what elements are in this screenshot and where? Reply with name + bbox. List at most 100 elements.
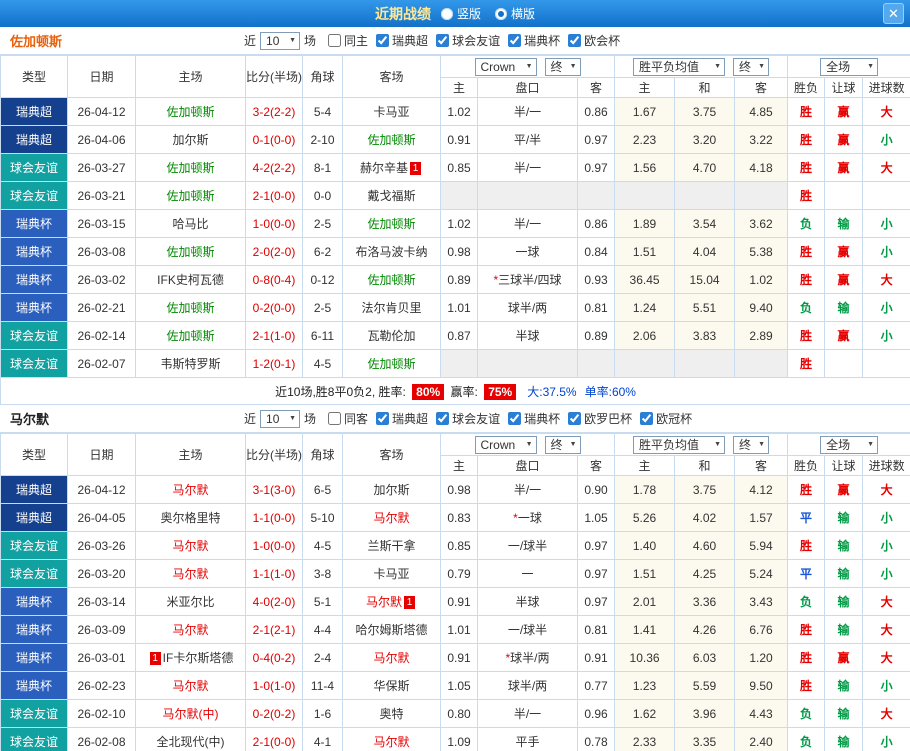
checkbox-input[interactable] [376, 34, 390, 47]
chevron-down-icon: ▼ [867, 441, 875, 448]
filter-checkbox-球会友谊[interactable]: 球会友谊 [428, 410, 500, 427]
corner-score: 4-5 [302, 531, 343, 560]
handicap-final-select[interactable]: 终 ▼ [544, 57, 581, 76]
table-row: 球会友谊 26-02-08 全北现代(中) 2-1(0-0) 4-1 马尔默 1.09 平手 0… [0, 727, 910, 751]
section-header-bar: 马尔默 近 10 ▼ 场 同客 瑞典超 球会友谊 瑞典杯 欧罗巴杯 欧冠杯 [0, 405, 910, 433]
filter-checkbox-欧会杯[interactable]: 欧会杯 [560, 32, 620, 49]
column-header: 主场 [135, 55, 246, 98]
select-value: 终 [739, 60, 752, 74]
handicap-odds-home: 1.05 [440, 671, 478, 700]
filter-checkbox-瑞典超[interactable]: 瑞典超 [368, 32, 428, 49]
avg-odds-select[interactable]: 胜平负均值 ▼ [633, 57, 726, 76]
checkbox-input[interactable] [508, 34, 522, 47]
corner-score: 5-10 [302, 503, 343, 532]
match-score: 1-0(0-0) [245, 209, 303, 238]
title-bar: 近期战绩 竖版 横版 ✕ [0, 0, 910, 27]
team-text: 佐加顿斯 [367, 217, 416, 231]
handicap-line: 半球 [477, 321, 578, 350]
filter-checkbox-瑞典杯[interactable]: 瑞典杯 [500, 32, 560, 49]
checkbox-input[interactable] [568, 34, 582, 47]
match-result: 负 [787, 293, 826, 322]
checkbox-input[interactable] [436, 412, 450, 425]
euro-odds-win: 1.62 [614, 699, 676, 728]
handicap-odds-away: 0.86 [576, 209, 616, 238]
handicap-final-select[interactable]: 终 ▼ [544, 435, 581, 454]
euro-odds-draw: 6.03 [674, 643, 736, 672]
checkbox-input[interactable] [436, 34, 450, 47]
sub-column-header: 客 [576, 455, 616, 476]
checkbox-input[interactable] [568, 412, 582, 425]
handicap-odds-away [576, 181, 616, 210]
away-team-cell: 布洛马波卡纳 [342, 237, 441, 266]
euro-final-select[interactable]: 终 ▼ [733, 57, 770, 76]
goals-result: 小 [862, 727, 910, 751]
handicap-line: *一球 [477, 503, 578, 532]
euro-odds-draw: 4.70 [674, 153, 736, 182]
team-text: 加尔斯 [373, 483, 410, 497]
filter-checkbox-欧罗巴杯[interactable]: 欧罗巴杯 [560, 410, 632, 427]
filter-checkbox-同客[interactable]: 同客 [320, 410, 368, 427]
checkbox-input[interactable] [376, 412, 390, 425]
header-row-groups: 类型 日期 主场 比分(半场) 角球 客场 Crown ▼ 终 ▼ 胜平负均值 ▼ 终 ▼ 全场 ▼ [0, 55, 910, 98]
team-text: 全北现代(中) [156, 735, 225, 749]
handicap-line: 半/一 [477, 209, 578, 238]
euro-odds-win: 5.26 [614, 503, 676, 532]
filter-checkbox-瑞典超[interactable]: 瑞典超 [368, 410, 428, 427]
handicap-result: 输 [824, 699, 864, 728]
bookmaker-select[interactable]: Crown ▼ [474, 435, 537, 454]
layout-radio-option[interactable]: 横版 [495, 5, 535, 22]
table-row: 瑞典超 26-04-06 加尔斯 0-1(0-0) 2-10 佐加顿斯 0.91 平/半 0.9… [0, 125, 910, 154]
home-team-cell: 佐加顿斯 [135, 181, 246, 210]
team-text: 马尔默 [172, 623, 209, 637]
euro-final-select[interactable]: 终 ▼ [733, 435, 770, 454]
column-header: 客场 [342, 433, 441, 476]
handicap-odds-home: 1.01 [440, 615, 478, 644]
results-table: 类型 日期 主场 比分(半场) 角球 客场 Crown ▼ 终 ▼ 胜平负均值 ▼ 终 ▼ 全场 ▼ 主盘口客主… [0, 433, 910, 751]
match-type-badge: 瑞典杯 [0, 265, 68, 294]
sub-column-header: 主 [440, 77, 478, 98]
away-team-cell: 卡马亚 [342, 559, 441, 588]
goals-result: 小 [862, 321, 910, 350]
away-team-cell: 瓦勒伦加 [342, 321, 441, 350]
team-name: 佐加顿斯 [10, 34, 63, 49]
checkbox-input[interactable] [328, 412, 342, 425]
bookmaker-select[interactable]: Crown ▼ [474, 57, 537, 76]
layout-radio-option[interactable]: 竖版 [440, 5, 481, 22]
match-result: 胜 [787, 237, 826, 266]
handicap-odds-away: 0.77 [576, 671, 616, 700]
checkbox-label: 欧罗巴杯 [584, 412, 633, 426]
handicap-odds-away: 1.05 [576, 503, 616, 532]
match-count-select[interactable]: 10 ▼ [260, 31, 301, 50]
close-button[interactable]: ✕ [883, 3, 904, 24]
checkbox-input[interactable] [508, 412, 522, 425]
match-score: 0-4(0-2) [245, 643, 303, 672]
checkbox-input[interactable] [640, 412, 654, 425]
goals-result: 小 [862, 125, 910, 154]
filter-checkbox-瑞典杯[interactable]: 瑞典杯 [500, 410, 560, 427]
euro-odds-draw: 15.04 [674, 265, 736, 294]
match-result: 胜 [787, 265, 826, 294]
avg-odds-select[interactable]: 胜平负均值 ▼ [633, 435, 726, 454]
match-count-select[interactable]: 10 ▼ [260, 409, 301, 428]
euro-odds-lose: 2.89 [734, 321, 789, 350]
scope-select[interactable]: 全场 ▼ [820, 57, 879, 76]
handicap-line: 平手 [477, 727, 578, 751]
sub-column-header: 进球数 [862, 77, 910, 98]
euro-odds-draw: 3.83 [674, 321, 736, 350]
checkbox-label: 瑞典杯 [524, 412, 561, 426]
match-type-badge: 瑞典杯 [0, 293, 68, 322]
euro-odds-draw: 4.02 [674, 503, 736, 532]
filter-checkbox-欧冠杯[interactable]: 欧冠杯 [632, 410, 692, 427]
match-result: 胜 [787, 321, 826, 350]
sub-column-header: 和 [674, 77, 736, 98]
match-type-badge: 瑞典超 [0, 475, 68, 504]
filter-checkbox-同主[interactable]: 同主 [320, 32, 368, 49]
team-text: 佐加顿斯 [166, 105, 215, 119]
handicap-line: 球半/两 [477, 671, 578, 700]
filter-checkbox-球会友谊[interactable]: 球会友谊 [428, 32, 500, 49]
checkbox-input[interactable] [328, 34, 342, 47]
select-value: 胜平负均值 [639, 438, 700, 452]
column-header: 主场 [135, 433, 246, 476]
scope-select[interactable]: 全场 ▼ [820, 435, 879, 454]
goals-result: 小 [862, 209, 910, 238]
